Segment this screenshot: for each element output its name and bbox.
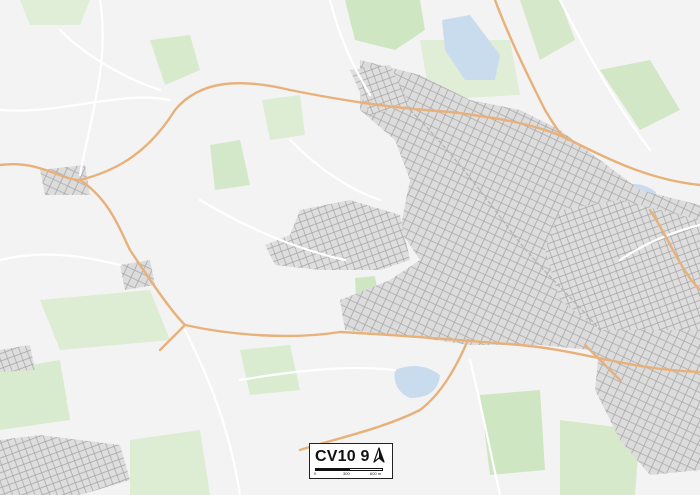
map-canvas[interactable]: CV10 9 0 300 600 m bbox=[0, 0, 700, 495]
scale-tick-0: 0 bbox=[314, 471, 317, 476]
scale-tick-300: 300 bbox=[343, 471, 350, 476]
map-legend: CV10 9 0 300 600 m bbox=[309, 443, 393, 479]
map-background bbox=[0, 0, 700, 495]
postcode-label: CV10 9 bbox=[315, 448, 370, 465]
north-arrow-icon bbox=[373, 447, 385, 463]
scale-tick-600: 600 m bbox=[370, 471, 382, 476]
